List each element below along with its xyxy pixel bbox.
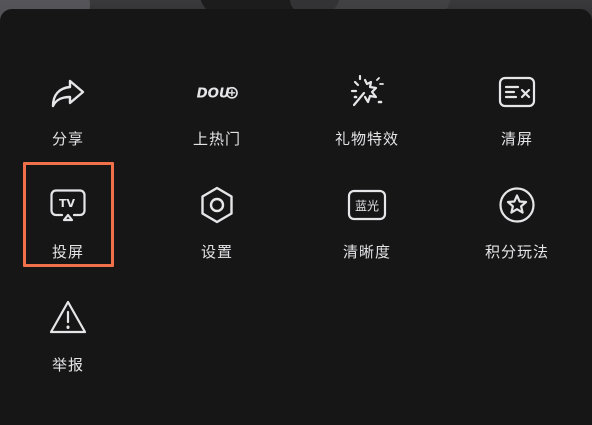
menu-item-label: 清晰度 bbox=[342, 243, 391, 261]
menu-item-share[interactable]: 分享 bbox=[18, 64, 118, 154]
menu-item-dou-plus[interactable]: DOU 上热门 bbox=[167, 64, 267, 154]
warning-triangle-icon bbox=[46, 296, 90, 340]
clear-screen-icon bbox=[495, 70, 539, 114]
menu-item-label: 礼物特效 bbox=[334, 130, 399, 148]
dou-text: DOU bbox=[197, 87, 230, 102]
menu-item-points-play[interactable]: 积分玩法 bbox=[467, 177, 567, 267]
menu-item-label: 积分玩法 bbox=[484, 243, 549, 261]
menu-item-report[interactable]: 举报 bbox=[18, 290, 118, 380]
menu-item-label: 举报 bbox=[51, 356, 84, 374]
menu-item-label: 清屏 bbox=[500, 130, 533, 148]
share-arrow-icon bbox=[46, 70, 90, 114]
highlight-box-screen-cast bbox=[23, 162, 114, 267]
menu-item-label: 上热门 bbox=[192, 130, 241, 148]
settings-hexagon-icon bbox=[195, 183, 239, 227]
menu-item-label: 设置 bbox=[200, 243, 233, 261]
menu-item-clear-screen[interactable]: 清屏 bbox=[467, 64, 567, 154]
star-circle-icon bbox=[495, 183, 539, 227]
menu-item-settings[interactable]: 设置 bbox=[167, 177, 267, 267]
menu-item-label: 分享 bbox=[51, 130, 84, 148]
dou-plus-icon: DOU bbox=[195, 70, 239, 114]
menu-item-gift-effect[interactable]: 礼物特效 bbox=[317, 64, 417, 154]
quality-text: 蓝光 bbox=[355, 199, 379, 213]
gift-effect-icon bbox=[345, 70, 389, 114]
menu-item-quality[interactable]: 蓝光 清晰度 bbox=[317, 177, 417, 267]
quality-badge-icon: 蓝光 bbox=[345, 183, 389, 227]
